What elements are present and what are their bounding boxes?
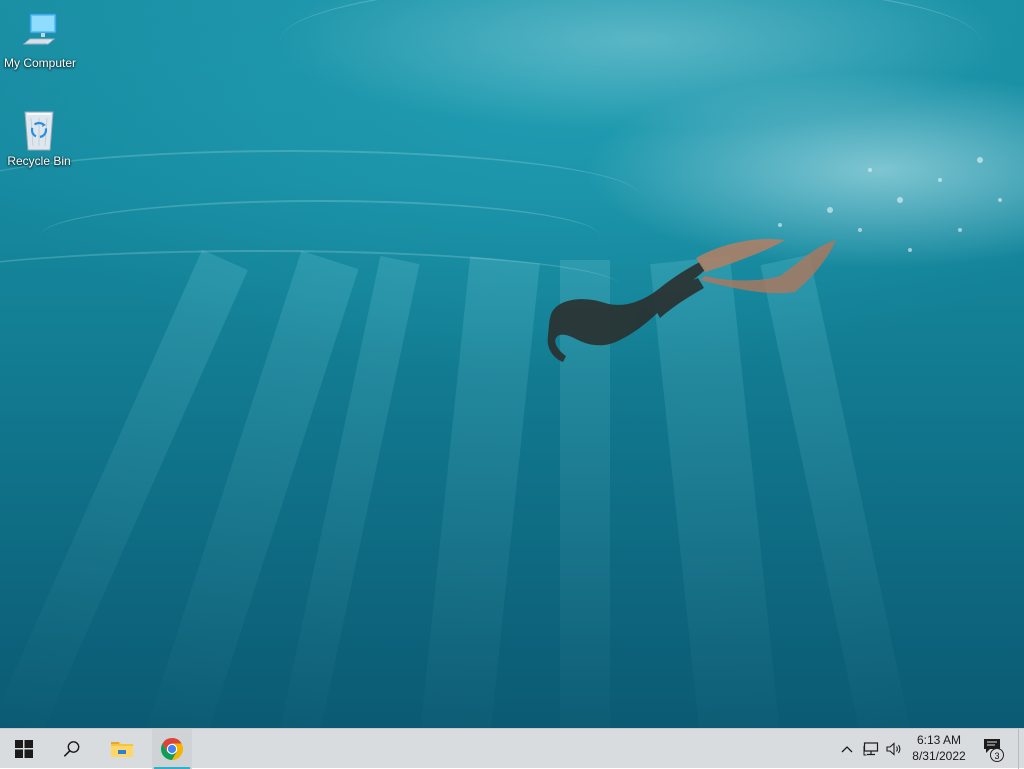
- show-hidden-icons-button[interactable]: [836, 729, 858, 769]
- search-button[interactable]: [48, 729, 96, 769]
- chrome-icon: [161, 738, 183, 760]
- freediver-silhouette: [547, 157, 1002, 362]
- taskbar: 6:13 AM 8/31/2022 3: [0, 728, 1024, 769]
- file-explorer-icon: [111, 742, 133, 757]
- chevron-up-icon: [841, 746, 853, 753]
- clock-time: 6:13 AM: [916, 733, 962, 747]
- desktop-icon-label: My Computer: [3, 56, 77, 70]
- computer-icon: [18, 10, 62, 54]
- show-desktop-button[interactable]: [1018, 729, 1024, 769]
- recycle-bin-icon: [17, 108, 61, 152]
- desktop-icon-my-computer[interactable]: My Computer: [0, 10, 80, 70]
- notification-count-badge: 3: [990, 748, 1004, 762]
- taskbar-chrome[interactable]: [152, 729, 192, 769]
- network-button[interactable]: [860, 729, 882, 769]
- clock-date: 8/31/2022: [912, 749, 966, 763]
- desktop[interactable]: My Computer Recycle Bin: [0, 0, 1024, 728]
- speaker-icon: [886, 742, 901, 756]
- desktop-icon-recycle-bin[interactable]: Recycle Bin: [0, 108, 79, 168]
- volume-button[interactable]: [884, 729, 906, 769]
- taskbar-file-explorer[interactable]: [100, 729, 144, 769]
- network-icon: [863, 742, 879, 756]
- search-icon: [64, 741, 80, 757]
- desktop-icon-label: Recycle Bin: [7, 154, 71, 168]
- start-button[interactable]: [0, 729, 48, 769]
- windows-logo-icon: [15, 740, 33, 758]
- clock[interactable]: 6:13 AM 8/31/2022: [904, 732, 974, 764]
